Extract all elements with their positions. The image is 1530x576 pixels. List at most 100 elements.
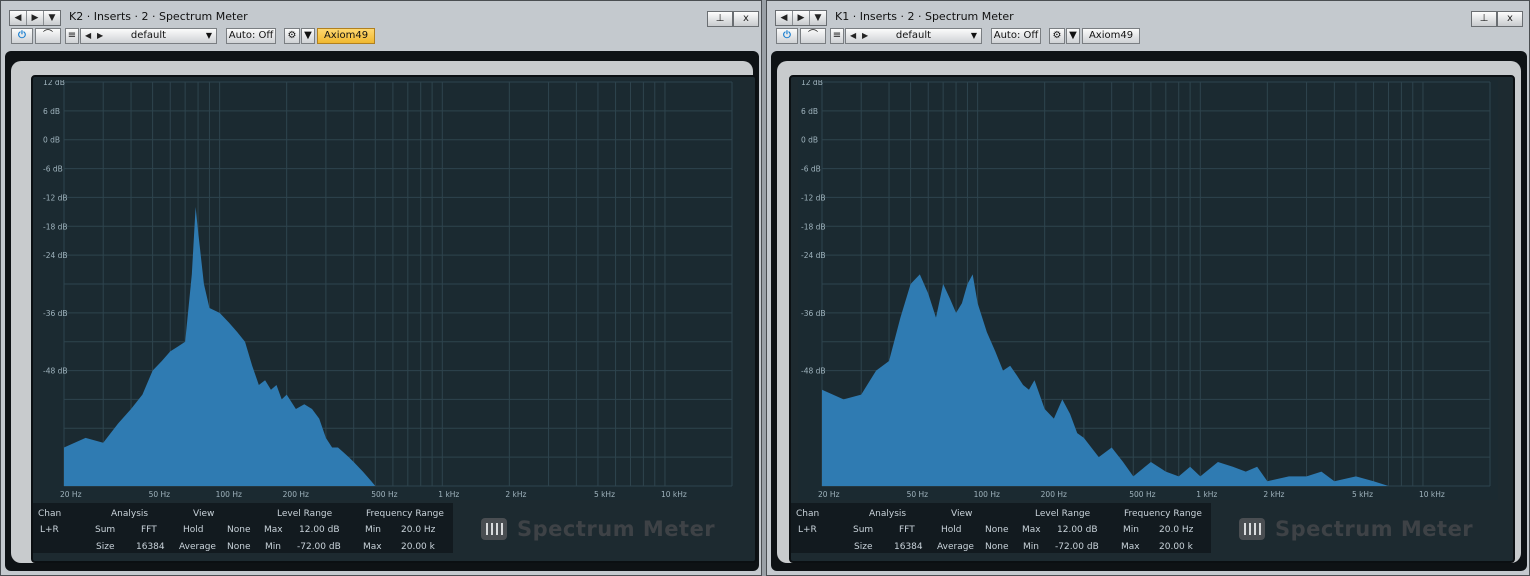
next-icon[interactable]: ▶	[27, 11, 44, 25]
chan-header: Chan	[796, 509, 820, 519]
prev-icon[interactable]: ◀	[776, 11, 793, 25]
device-button[interactable]: Axiom49	[317, 28, 375, 44]
y-tick-label: 6 dB	[43, 107, 60, 116]
settings-button[interactable]: ⚙	[284, 28, 300, 44]
view-header: View	[193, 509, 215, 519]
level-min-value[interactable]: -72.00 dB	[1055, 542, 1099, 552]
freq-max-value[interactable]: 20.00 k	[401, 542, 435, 552]
y-tick-label: -48 dB	[801, 367, 826, 376]
freq-min-label: Min	[1123, 525, 1139, 535]
x-tick-label: 100 Hz	[216, 490, 242, 499]
presonus-logo-icon	[481, 518, 507, 540]
preset-selector[interactable]: ◀ ▶ default ▼	[845, 28, 982, 44]
gear-icon: ⚙	[1052, 30, 1062, 41]
power-button[interactable]: ⏻	[776, 28, 798, 44]
preset-prev-icon[interactable]: ◀	[850, 29, 856, 43]
x-tick-label: 10 kHz	[1419, 490, 1445, 499]
level-max-value[interactable]: 12.00 dB	[299, 525, 340, 535]
chan-value[interactable]: L+R	[40, 525, 59, 535]
size-label: Size	[854, 542, 873, 552]
preset-selector[interactable]: ◀ ▶ default ▼	[80, 28, 217, 44]
y-tick-label: -36 dB	[43, 309, 68, 318]
menu-chevron-icon[interactable]: ▼	[44, 11, 60, 25]
preset-next-icon[interactable]: ▶	[862, 29, 868, 43]
info-panel: Chan L+R Analysis Sum FFT Size 16384 Vie…	[33, 503, 453, 553]
next-icon[interactable]: ▶	[793, 11, 810, 25]
freq-min-value[interactable]: 20.0 Hz	[401, 525, 435, 535]
plugin-window-k2: ◀ ▶ ▼ K2 · Inserts · 2 · Spectrum Meter …	[0, 0, 762, 576]
spectrum-plot: 12 dB 6 dB 0 dB -6 dB -12 dB -18 dB -24 dB -36 …	[40, 80, 740, 500]
size-value[interactable]: 16384	[136, 542, 165, 552]
y-tick-label: 12 dB	[801, 80, 823, 87]
window-title: K2 · Inserts · 2 · Spectrum Meter	[69, 10, 248, 23]
x-tick-label: 500 Hz	[371, 490, 397, 499]
x-tick-label: 5 kHz	[594, 490, 615, 499]
settings-button[interactable]: ⚙	[1049, 28, 1065, 44]
size-value[interactable]: 16384	[894, 542, 923, 552]
y-tick-label: 0 dB	[801, 136, 818, 145]
spectrum-panel: 12 dB 6 dB 0 dB -6 dB -12 dB -18 dB -24 dB -36 …	[771, 51, 1527, 571]
window-nav-buttons[interactable]: ◀ ▶ ▼	[775, 10, 827, 26]
freq-range-header: Frequency Range	[366, 509, 444, 519]
bypass-button[interactable]: ⌒	[800, 28, 826, 44]
hold-value[interactable]: None	[227, 525, 250, 535]
level-min-label: Min	[265, 542, 281, 552]
x-tick-label: 20 Hz	[60, 490, 82, 499]
sum-value[interactable]: FFT	[141, 525, 157, 535]
preset-menu-button[interactable]: ≡	[65, 28, 79, 44]
plugin-toolbar: ⏻ ⌒ ≡ ◀ ▶ default ▼ Auto: Off ⚙ ▼ Axiom4…	[1, 28, 761, 46]
y-tick-label: 6 dB	[801, 107, 818, 116]
spectrum-display: 12 dB 6 dB 0 dB -6 dB -12 dB -18 dB -24 dB -36 …	[31, 75, 757, 563]
close-button[interactable]: x	[733, 11, 759, 27]
sum-label: Sum	[95, 525, 116, 535]
x-tick-label: 1 kHz	[438, 490, 459, 499]
chan-value[interactable]: L+R	[798, 525, 817, 535]
preset-menu-button[interactable]: ≡	[830, 28, 844, 44]
pin-button[interactable]: ⊥	[707, 11, 733, 27]
freq-max-value[interactable]: 20.00 k	[1159, 542, 1193, 552]
analysis-header: Analysis	[869, 509, 907, 519]
device-button[interactable]: Axiom49	[1082, 28, 1140, 44]
brand-logo: Spectrum Meter	[481, 517, 715, 541]
pin-button[interactable]: ⊥	[1471, 11, 1497, 27]
level-max-value[interactable]: 12.00 dB	[1057, 525, 1098, 535]
menu-chevron-icon[interactable]: ▼	[810, 11, 826, 25]
window-nav-buttons[interactable]: ◀ ▶ ▼	[9, 10, 61, 26]
bypass-icon: ⌒	[808, 30, 818, 41]
level-min-value[interactable]: -72.00 dB	[297, 542, 341, 552]
average-value[interactable]: None	[227, 542, 250, 552]
x-tick-label: 100 Hz	[974, 490, 1000, 499]
spectrum-display: 12 dB 6 dB 0 dB -6 dB -12 dB -18 dB -24 dB -36 …	[789, 75, 1515, 563]
y-tick-label: -6 dB	[43, 165, 63, 174]
list-icon: ≡	[67, 30, 77, 41]
analysis-header: Analysis	[111, 509, 149, 519]
y-tick-label: -48 dB	[43, 367, 68, 376]
hold-label: Hold	[941, 525, 962, 535]
preset-next-icon[interactable]: ▶	[97, 29, 103, 43]
level-max-label: Max	[264, 525, 283, 535]
window-title: K1 · Inserts · 2 · Spectrum Meter	[835, 10, 1014, 23]
preset-prev-icon[interactable]: ◀	[85, 29, 91, 43]
spectrum-plot: 12 dB 6 dB 0 dB -6 dB -12 dB -18 dB -24 dB -36 …	[798, 80, 1498, 500]
average-value[interactable]: None	[985, 542, 1008, 552]
auto-button[interactable]: Auto: Off	[991, 28, 1041, 44]
x-tick-label: 200 Hz	[1041, 490, 1067, 499]
hold-value[interactable]: None	[985, 525, 1008, 535]
x-tick-label: 50 Hz	[907, 490, 929, 499]
settings-dropdown[interactable]: ▼	[1066, 28, 1080, 44]
pin-icon: ⊥	[715, 13, 725, 24]
auto-button[interactable]: Auto: Off	[226, 28, 276, 44]
bypass-button[interactable]: ⌒	[35, 28, 61, 44]
x-tick-label: 500 Hz	[1129, 490, 1155, 499]
level-range-header: Level Range	[277, 509, 333, 519]
sum-value[interactable]: FFT	[899, 525, 915, 535]
settings-dropdown[interactable]: ▼	[301, 28, 315, 44]
close-button[interactable]: x	[1497, 11, 1523, 27]
title-bar: ◀ ▶ ▼ K2 · Inserts · 2 · Spectrum Meter …	[1, 7, 761, 27]
y-tick-label: -24 dB	[43, 251, 68, 260]
freq-min-value[interactable]: 20.0 Hz	[1159, 525, 1193, 535]
prev-icon[interactable]: ◀	[10, 11, 27, 25]
power-button[interactable]: ⏻	[11, 28, 33, 44]
x-tick-label: 5 kHz	[1352, 490, 1373, 499]
freq-max-label: Max	[363, 542, 382, 552]
